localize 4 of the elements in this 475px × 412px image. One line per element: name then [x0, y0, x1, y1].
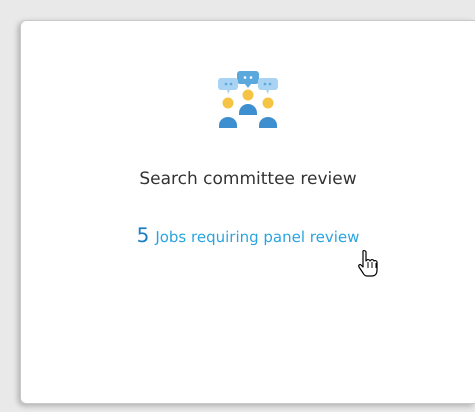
group-chat-icon — [217, 69, 279, 131]
hand-cursor-icon — [357, 249, 379, 277]
jobs-review-link[interactable]: 5 Jobs requiring panel review — [136, 223, 360, 247]
card-title: Search committee review — [139, 169, 357, 189]
